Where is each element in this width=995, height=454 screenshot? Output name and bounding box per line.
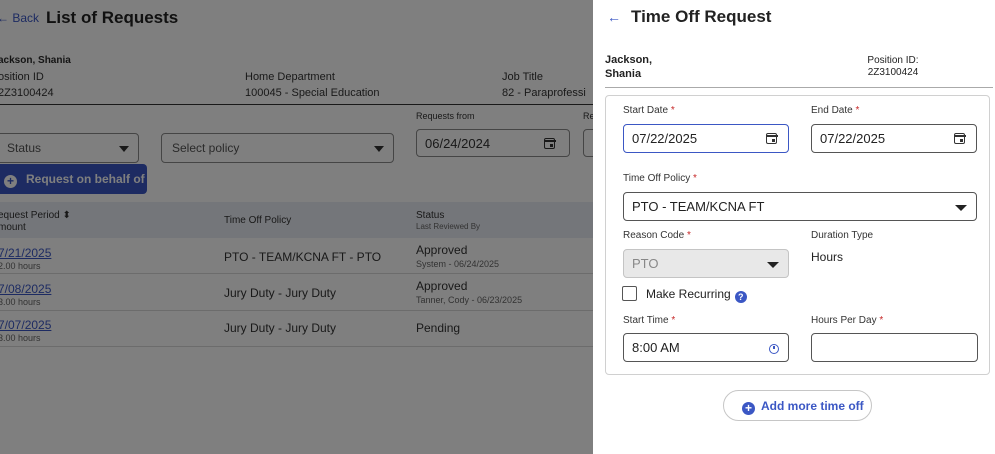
arrow-left-icon[interactable]: ← (607, 9, 621, 25)
hours-per-day-input[interactable] (811, 333, 978, 362)
add-more-time-off-label: Add more time off (761, 399, 864, 413)
clock-icon[interactable] (769, 344, 779, 354)
policy-label: Time Off Policy * (623, 173, 697, 184)
calendar-icon[interactable] (953, 133, 966, 144)
chevron-down-icon (767, 262, 779, 268)
chevron-down-icon (955, 205, 967, 211)
position-value: 2Z3100424 (867, 67, 919, 78)
add-more-time-off-button[interactable]: + Add more time off (723, 390, 872, 421)
duration-type-value: Hours (811, 250, 844, 264)
hours-per-day-label: Hours Per Day * (811, 315, 884, 326)
panel-position: Position ID: 2Z3100424 (833, 55, 953, 79)
time-off-request-panel: ← Time Off Request Jackson, Shania Posit… (593, 0, 995, 454)
panel-title: Time Off Request (631, 7, 772, 26)
panel-employee-name: Jackson, Shania (605, 54, 653, 80)
make-recurring-checkbox[interactable] (622, 286, 637, 301)
end-date-input[interactable]: 07/22/2025 (811, 124, 977, 153)
reason-code-value: PTO (632, 256, 659, 271)
start-time-input[interactable]: 8:00 AM (623, 333, 789, 362)
end-date-value: 07/22/2025 (820, 131, 886, 146)
start-date-input[interactable]: 07/22/2025 (623, 124, 789, 153)
duration-type-label: Duration Type (811, 230, 874, 241)
time-off-policy-value: PTO - TEAM/KCNA FT (632, 199, 765, 214)
calendar-icon[interactable] (765, 133, 778, 144)
end-date-label: End Date * (811, 105, 860, 116)
panel-divider (605, 87, 993, 88)
position-label: Position ID: (867, 55, 919, 66)
help-icon[interactable]: ? (734, 291, 747, 303)
start-time-label: Start Time * (623, 315, 676, 326)
start-time-value: 8:00 AM (632, 340, 680, 355)
time-off-policy-select[interactable]: PTO - TEAM/KCNA FT (623, 192, 977, 221)
reason-code-label: Reason Code * (623, 230, 691, 241)
plus-circle-icon: + (742, 402, 755, 415)
start-date-value: 07/22/2025 (632, 131, 698, 146)
reason-code-select: PTO (623, 249, 789, 278)
start-date-label: Start Date * (623, 105, 675, 116)
make-recurring-label: Make Recurring? (646, 287, 747, 303)
request-form: Start Date * End Date * 07/22/2025 07/22… (605, 95, 990, 375)
